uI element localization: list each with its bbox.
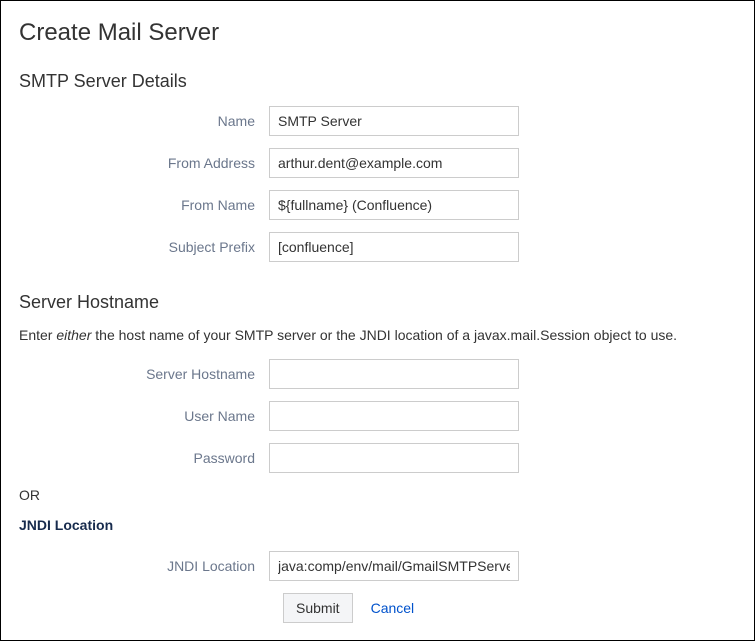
subject-prefix-input[interactable] xyxy=(269,232,519,262)
password-input[interactable] xyxy=(269,443,519,473)
instruction-pre: Enter xyxy=(19,327,56,343)
server-hostname-label: Server Hostname xyxy=(19,366,269,382)
jndi-location-label: JNDI Location xyxy=(19,558,269,574)
server-hostname-row: Server Hostname xyxy=(19,359,736,389)
name-row: Name xyxy=(19,106,736,136)
name-label: Name xyxy=(19,113,269,129)
name-input[interactable] xyxy=(269,106,519,136)
password-label: Password xyxy=(19,450,269,466)
instruction-post: the host name of your SMTP server or the… xyxy=(91,327,677,343)
submit-button[interactable]: Submit xyxy=(283,593,353,623)
user-name-input[interactable] xyxy=(269,401,519,431)
user-name-label: User Name xyxy=(19,408,269,424)
hostname-instruction: Enter either the host name of your SMTP … xyxy=(19,327,736,343)
button-row: Submit Cancel xyxy=(283,593,736,623)
jndi-location-input[interactable] xyxy=(269,551,519,581)
or-separator: OR xyxy=(19,487,736,503)
subject-prefix-label: Subject Prefix xyxy=(19,239,269,255)
from-address-label: From Address xyxy=(19,155,269,171)
user-name-row: User Name xyxy=(19,401,736,431)
server-hostname-heading: Server Hostname xyxy=(19,292,736,313)
jndi-location-row: JNDI Location xyxy=(19,551,736,581)
from-address-row: From Address xyxy=(19,148,736,178)
instruction-em: either xyxy=(56,327,91,343)
from-address-input[interactable] xyxy=(269,148,519,178)
page-title: Create Mail Server xyxy=(19,19,736,47)
page-container: Create Mail Server SMTP Server Details N… xyxy=(0,0,755,641)
from-name-input[interactable] xyxy=(269,190,519,220)
subject-prefix-row: Subject Prefix xyxy=(19,232,736,262)
password-row: Password xyxy=(19,443,736,473)
cancel-link[interactable]: Cancel xyxy=(371,600,415,616)
from-name-label: From Name xyxy=(19,197,269,213)
from-name-row: From Name xyxy=(19,190,736,220)
smtp-details-heading: SMTP Server Details xyxy=(19,71,736,92)
jndi-location-heading: JNDI Location xyxy=(19,517,736,533)
server-hostname-input[interactable] xyxy=(269,359,519,389)
